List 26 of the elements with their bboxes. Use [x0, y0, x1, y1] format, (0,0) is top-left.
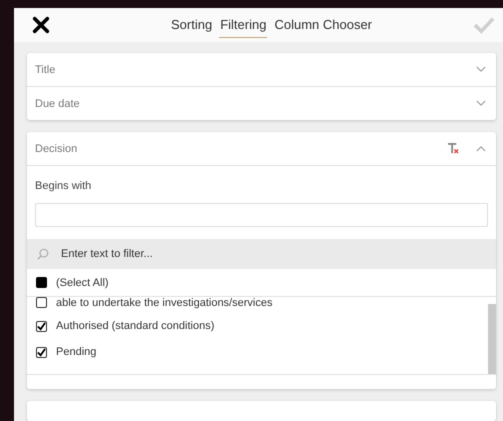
- column-row[interactable]: Due date: [27, 87, 496, 120]
- tab[interactable]: Filtering: [219, 12, 268, 38]
- column-label: Decision: [35, 142, 78, 154]
- option-label: Authorised (standard conditions): [56, 320, 214, 332]
- filter-search-bar[interactable]: Enter text to filter...: [27, 239, 496, 269]
- option-label: (Select All): [56, 276, 109, 288]
- filter-search-field[interactable]: Enter text to filter...: [59, 247, 486, 261]
- column-label: Title: [35, 64, 56, 76]
- option-label: able to undertake the investigations/services: [56, 297, 272, 309]
- checkbox[interactable]: [36, 346, 47, 358]
- check-icon[interactable]: [473, 16, 495, 34]
- value-input-field[interactable]: [35, 203, 488, 227]
- close-icon[interactable]: [32, 16, 50, 34]
- tab[interactable]: Sorting: [170, 12, 214, 38]
- checkbox[interactable]: [36, 297, 47, 308]
- option-label: Pending: [56, 346, 96, 358]
- scrollbar[interactable]: [488, 304, 496, 374]
- search-icon: [37, 248, 49, 260]
- tab[interactable]: Column Chooser: [273, 12, 373, 38]
- column-label: Due date: [35, 98, 80, 110]
- checkbox[interactable]: [36, 277, 47, 288]
- column-row[interactable]: Decision: [27, 132, 496, 166]
- column-row[interactable]: Title: [27, 53, 496, 87]
- operator-label: Begins with: [35, 180, 92, 192]
- clear-filter-icon[interactable]: [447, 143, 460, 154]
- checkbox[interactable]: [36, 320, 47, 332]
